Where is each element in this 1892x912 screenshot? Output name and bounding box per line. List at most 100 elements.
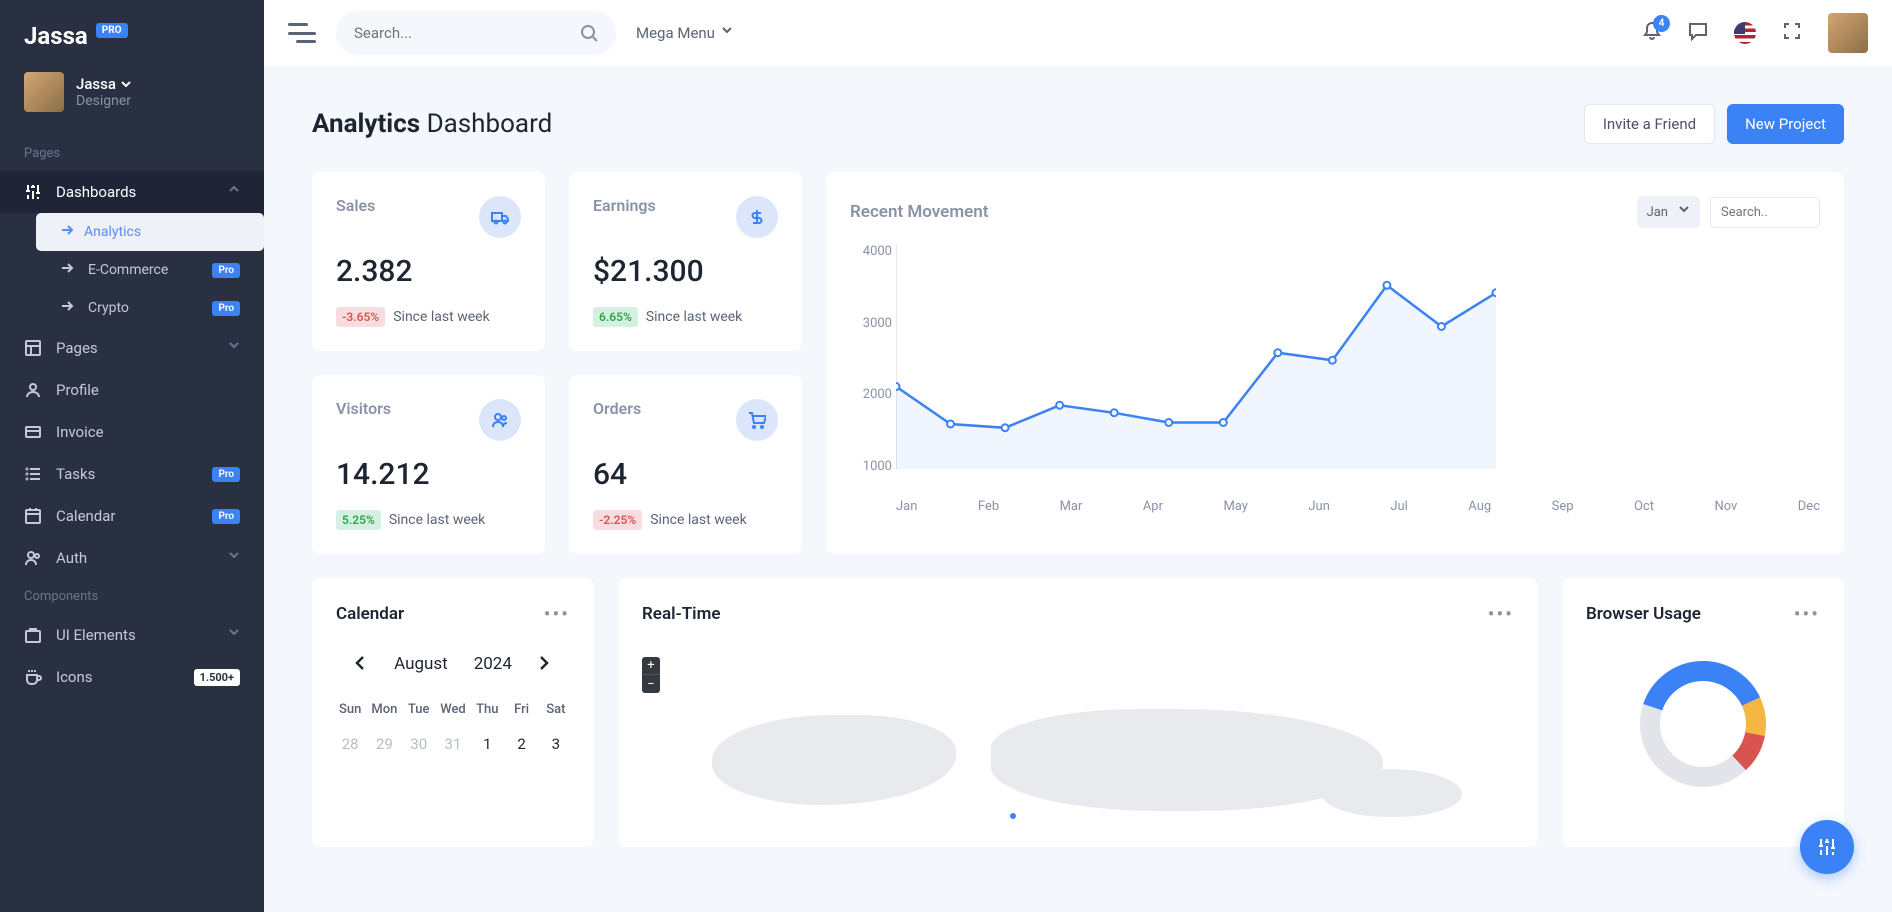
map-marker[interactable] (1008, 811, 1018, 821)
nav-analytics[interactable]: Analytics (36, 213, 264, 251)
message-icon (1688, 21, 1708, 41)
calendar-icon (24, 507, 42, 525)
stat-sales: Sales 2.382 -3.65%Since last week (312, 172, 545, 351)
layout-icon (24, 339, 42, 357)
search-input[interactable] (354, 24, 570, 42)
browser-usage-card: Browser Usage••• (1562, 578, 1844, 847)
page-header: Analytics Dashboard Invite a Friend New … (312, 104, 1844, 144)
cart-icon (736, 399, 778, 441)
stat-label: Orders (593, 399, 641, 418)
chart-x-axis: JanFebMarAprMayJunJulAugSepOctNovDec (896, 499, 1820, 514)
chart-plot (896, 244, 1496, 479)
stat-label: Visitors (336, 399, 391, 418)
map-zoom: +− (642, 657, 660, 693)
calendar-day[interactable]: 31 (439, 729, 467, 759)
arrow-right-icon (60, 261, 74, 279)
stat-label: Earnings (593, 196, 656, 215)
sidebar: Jassa PRO Jassa Designer Pages Dashboard… (0, 0, 264, 912)
calendar-day[interactable]: 30 (405, 729, 433, 759)
user-name: Jassa (76, 75, 132, 93)
chevron-down-icon (228, 549, 240, 567)
topbar: Mega Menu 4 (264, 0, 1892, 66)
stat-label: Sales (336, 196, 375, 215)
chart-title: Recent Movement (850, 202, 988, 222)
chevron-down-icon (721, 24, 733, 42)
chart-y-axis: 4000300020001000 (850, 244, 892, 474)
nav-auth[interactable]: Auth (0, 537, 264, 579)
chevron-down-icon (228, 626, 240, 644)
chevron-right-icon[interactable] (538, 655, 552, 673)
chevron-down-icon (1678, 203, 1690, 221)
language-flag[interactable] (1734, 22, 1756, 44)
messages-button[interactable] (1688, 21, 1708, 45)
chart-period-select[interactable]: Jan (1637, 196, 1700, 228)
brand[interactable]: Jassa PRO (0, 0, 264, 72)
card-title: Real-Time (642, 604, 721, 624)
nav-ui-elements[interactable]: UI Elements (0, 614, 264, 656)
dollar-icon (736, 196, 778, 238)
nav-pages[interactable]: Pages (0, 327, 264, 369)
nav-icons[interactable]: Icons1.500+ (0, 656, 264, 698)
calendar-card: Calendar••• August 2024 SunMonTueWedThuF… (312, 578, 594, 847)
world-map[interactable] (642, 703, 1514, 823)
nav-profile[interactable]: Profile (0, 369, 264, 411)
brand-name: Jassa (24, 22, 88, 50)
nav-heading-pages: Pages (0, 136, 264, 171)
new-project-button[interactable]: New Project (1727, 104, 1844, 144)
stat-pct: -2.25% (593, 510, 642, 530)
users-icon (24, 549, 42, 567)
stat-value: $21.300 (593, 254, 778, 289)
calendar-day[interactable]: 2 (507, 729, 535, 759)
calendar-nav: August 2024 (336, 654, 570, 674)
menu-toggle[interactable] (288, 23, 316, 43)
fullscreen-button[interactable] (1782, 21, 1802, 45)
chevron-down-icon (120, 78, 132, 90)
briefcase-icon (24, 626, 42, 644)
card-menu[interactable]: ••• (1794, 602, 1820, 626)
calendar-day[interactable]: 29 (370, 729, 398, 759)
notifications-button[interactable]: 4 (1642, 21, 1662, 45)
zoom-out-button[interactable]: − (642, 675, 660, 693)
zoom-in-button[interactable]: + (642, 657, 660, 675)
stat-value: 2.382 (336, 254, 521, 289)
user-icon (24, 381, 42, 399)
stat-earnings: Earnings $21.300 6.65%Since last week (569, 172, 802, 351)
card-title: Calendar (336, 604, 404, 624)
search-box[interactable] (336, 11, 616, 55)
calendar-day[interactable]: 3 (542, 729, 570, 759)
arrow-right-icon (60, 223, 74, 241)
invite-friend-button[interactable]: Invite a Friend (1584, 104, 1715, 144)
nav-dashboards[interactable]: Dashboards (0, 171, 264, 213)
stat-value: 14.212 (336, 457, 521, 492)
nav-tasks[interactable]: TasksPro (0, 453, 264, 495)
stat-visitors: Visitors 14.212 5.25%Since last week (312, 375, 545, 554)
search-icon[interactable] (580, 24, 598, 42)
stat-pct: 5.25% (336, 510, 381, 530)
sliders-icon (24, 183, 42, 201)
maximize-icon (1782, 21, 1802, 41)
nav-crypto[interactable]: CryptoPro (36, 289, 264, 327)
stat-pct: -3.65% (336, 307, 385, 327)
settings-fab[interactable] (1800, 820, 1854, 874)
nav-calendar[interactable]: CalendarPro (0, 495, 264, 537)
chart-search-input[interactable] (1710, 197, 1820, 228)
chart-recent-movement: Recent Movement Jan 4000300020001000 Jan… (826, 172, 1844, 554)
calendar-day[interactable]: 28 (336, 729, 364, 759)
user-avatar[interactable] (1828, 13, 1868, 53)
calendar-grid: SunMonTueWedThuFriSat28293031123 (336, 696, 570, 759)
user-block[interactable]: Jassa Designer (0, 72, 264, 136)
sliders-icon (1816, 836, 1838, 858)
card-menu[interactable]: ••• (1488, 602, 1514, 626)
truck-icon (479, 196, 521, 238)
mega-menu[interactable]: Mega Menu (636, 24, 733, 42)
avatar (24, 72, 64, 112)
list-icon (24, 465, 42, 483)
nav-invoice[interactable]: Invoice (0, 411, 264, 453)
chevron-left-icon[interactable] (354, 655, 368, 673)
card-menu[interactable]: ••• (544, 602, 570, 626)
calendar-month: August (394, 654, 448, 674)
calendar-day[interactable]: 1 (473, 729, 501, 759)
calendar-year: 2024 (474, 654, 512, 674)
nav-ecommerce[interactable]: E-CommercePro (36, 251, 264, 289)
coffee-icon (24, 668, 42, 686)
